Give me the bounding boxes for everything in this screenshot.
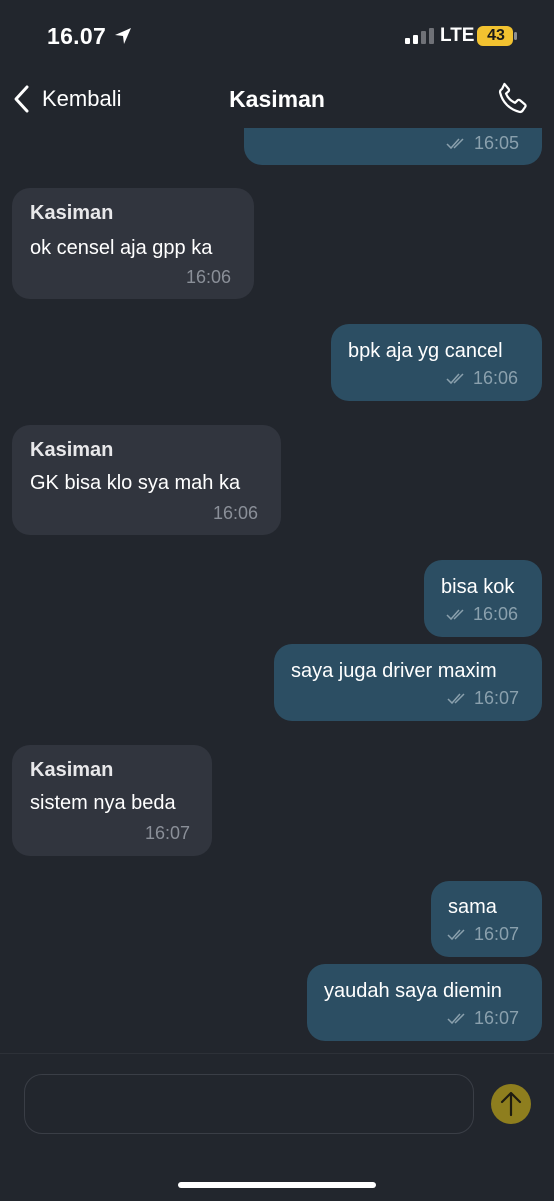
composer	[0, 1053, 554, 1201]
message-text: yaudah saya diemin	[324, 980, 502, 1002]
status-bar: 16.07 LTE 43	[0, 0, 554, 70]
message-text: saya juga driver maxim	[291, 660, 497, 682]
status-time: 16.07	[47, 23, 107, 49]
message-sender: Kasiman	[30, 439, 114, 461]
network-type: LTE	[440, 25, 475, 46]
double-check-icon	[447, 929, 465, 941]
message-time: 16:07	[145, 823, 191, 843]
message-time: 16:06	[473, 368, 519, 388]
message-text: bisa kok	[441, 576, 515, 598]
message-time: 16:06	[473, 604, 519, 624]
message-sender: Kasiman	[30, 202, 114, 224]
message-text: bpk aja yg cancel	[348, 340, 503, 362]
message-time: 16:05	[474, 133, 520, 153]
message-time: 16:07	[474, 924, 520, 944]
outgoing-message[interactable]: sama 16:07	[431, 881, 542, 957]
message-time: 16:07	[474, 688, 520, 708]
message-text: sama	[448, 896, 497, 918]
arrow-up-icon	[500, 1091, 522, 1117]
nav-bar: Kembali Kasiman	[0, 70, 554, 128]
location-arrow-icon	[115, 28, 131, 44]
message-sender: Kasiman	[30, 759, 114, 781]
message-time: 16:07	[474, 1008, 520, 1028]
send-button[interactable]	[491, 1084, 531, 1124]
outgoing-message[interactable]: yaudah saya diemin 16:07	[307, 964, 542, 1041]
message-text: ok censel aja gpp ka	[30, 237, 213, 259]
home-indicator	[178, 1182, 376, 1188]
outgoing-message[interactable]: bisa kok 16:06	[424, 560, 542, 637]
incoming-message[interactable]: Kasiman GK bisa klo sya mah ka 16:06	[12, 425, 281, 535]
outgoing-message[interactable]: saya juga driver maxim 16:07	[274, 644, 542, 721]
outgoing-message[interactable]: 16:05	[244, 128, 542, 165]
double-check-icon	[446, 138, 464, 150]
double-check-icon	[447, 1013, 465, 1025]
message-text: GK bisa klo sya mah ka	[30, 472, 241, 494]
double-check-icon	[446, 373, 464, 385]
message-time: 16:06	[213, 503, 259, 523]
message-input[interactable]	[24, 1074, 474, 1134]
chat-title: Kasiman	[229, 86, 325, 112]
message-list[interactable]: 16:05 Kasiman ok censel aja gpp ka 16:06…	[0, 128, 554, 1053]
incoming-message[interactable]: Kasiman ok censel aja gpp ka 16:06	[12, 188, 254, 299]
incoming-message[interactable]: Kasiman sistem nya beda 16:07	[12, 745, 212, 856]
phone-icon[interactable]	[494, 80, 532, 118]
outgoing-message[interactable]: bpk aja yg cancel 16:06	[331, 324, 542, 401]
signal-icon	[405, 28, 434, 44]
message-time: 16:06	[186, 267, 232, 287]
battery-level: 43	[487, 27, 505, 44]
double-check-icon	[446, 609, 464, 621]
double-check-icon	[447, 693, 465, 705]
message-text: sistem nya beda	[30, 792, 176, 814]
